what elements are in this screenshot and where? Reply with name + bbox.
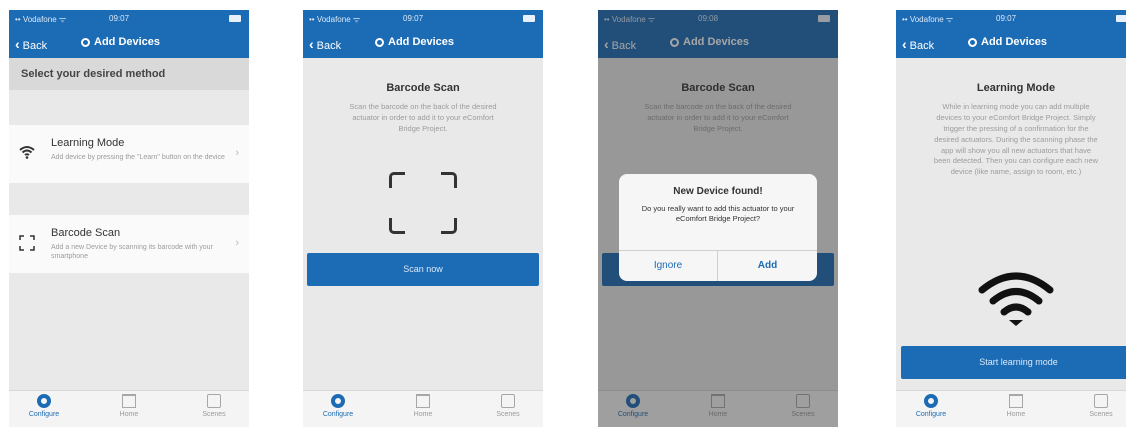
instructions-text: While in learning mode you can add multi… — [933, 102, 1099, 177]
alert-title: New Device found! — [673, 186, 763, 197]
back-label: Back — [22, 40, 48, 52]
tab-configure[interactable]: Configure — [901, 394, 961, 418]
clock: 09:07 — [109, 14, 130, 23]
back-button[interactable]: ‹ Back — [902, 36, 934, 52]
option-title: Barcode Scan — [51, 227, 121, 239]
alert-actions: Ignore Add — [619, 250, 817, 281]
barcode-scan-option[interactable]: Barcode Scan Add a new Device by scannin… — [9, 215, 249, 273]
screen-learning-mode: •• Vodafone ᯤ 09:07 ‹ Back Add Devices Le… — [896, 10, 1126, 427]
option-description: Add a new Device by scanning its barcode… — [51, 244, 213, 261]
status-bar: •• Vodafone ᯤ 09:07 — [303, 10, 543, 28]
tab-label: Configure — [915, 411, 947, 418]
add-device-icon — [968, 38, 977, 47]
gear-icon — [924, 394, 938, 408]
tab-label: Home — [413, 411, 433, 418]
tab-scenes[interactable]: Scenes — [1071, 394, 1126, 418]
tab-label: Configure — [322, 411, 354, 418]
screen-select-method: •• Vodafone ᯤ 09:07 ‹ Back Add Devices Se… — [9, 10, 249, 427]
ignore-button[interactable]: Ignore — [619, 251, 718, 281]
home-icon — [416, 394, 430, 408]
home-icon — [122, 394, 136, 408]
carrier-label: •• Vodafone ᯤ — [309, 15, 361, 24]
add-device-icon — [81, 38, 90, 47]
page-title-text: Add Devices — [94, 36, 161, 48]
add-device-icon — [375, 38, 384, 47]
method-header: Select your desired method — [9, 58, 249, 90]
screen-barcode-scan: •• Vodafone ᯤ 09:07 ‹ Back Add Devices Ba… — [303, 10, 543, 427]
nav-bar: ‹ Back Add Devices — [303, 28, 543, 58]
wifi-icon — [19, 145, 35, 162]
gear-icon — [37, 394, 51, 408]
tab-configure[interactable]: Configure — [308, 394, 368, 418]
chevron-right-icon: › — [235, 237, 239, 249]
page-title: Add Devices — [375, 36, 454, 48]
scan-frame-icon — [19, 235, 35, 254]
page-title-text: Add Devices — [388, 36, 455, 48]
carrier-label: •• Vodafone ᯤ — [902, 15, 954, 24]
status-bar: •• Vodafone ᯤ 09:07 — [9, 10, 249, 28]
tab-home[interactable]: Home — [986, 394, 1046, 418]
tab-bar: Configure Home Scenes — [896, 390, 1126, 427]
option-title: Learning Mode — [51, 137, 125, 149]
tab-label: Home — [1006, 411, 1026, 418]
learning-mode-option[interactable]: Learning Mode Add device by pressing the… — [9, 125, 249, 183]
screen-device-found: •• Vodafone ᯤ 09:08 ‹ Back Add Devices Ba… — [598, 10, 838, 427]
tab-scenes[interactable]: Scenes — [478, 394, 538, 418]
gear-icon — [331, 394, 345, 408]
tab-label: Scenes — [496, 411, 520, 418]
tab-home[interactable]: Home — [393, 394, 453, 418]
page-title: Add Devices — [968, 36, 1047, 48]
battery-icon — [1116, 15, 1126, 22]
scenes-icon — [207, 394, 221, 408]
scan-frame-icon — [389, 172, 457, 234]
wifi-icon — [976, 268, 1056, 328]
clock: 09:07 — [403, 14, 424, 23]
tab-label: Home — [119, 411, 139, 418]
back-label: Back — [909, 40, 935, 52]
home-icon — [1009, 394, 1023, 408]
new-device-alert: New Device found! Do you really want to … — [619, 174, 817, 281]
back-button[interactable]: ‹ Back — [15, 36, 47, 52]
carrier-label: •• Vodafone ᯤ — [15, 15, 67, 24]
scenes-icon — [501, 394, 515, 408]
tab-label: Scenes — [202, 411, 226, 418]
tab-label: Scenes — [1089, 411, 1113, 418]
instructions-text: Scan the barcode on the back of the desi… — [349, 102, 497, 133]
chevron-left-icon: ‹ — [15, 36, 20, 52]
tab-bar: Configure Home Scenes — [9, 390, 249, 427]
clock: 09:07 — [996, 14, 1017, 23]
battery-icon — [229, 15, 241, 22]
page-title: Add Devices — [81, 36, 160, 48]
scenes-icon — [1094, 394, 1108, 408]
chevron-left-icon: ‹ — [902, 36, 907, 52]
alert-message: Do you really want to add this actuator … — [641, 204, 795, 224]
back-label: Back — [316, 40, 342, 52]
tab-bar: Configure Home Scenes — [303, 390, 543, 427]
screen-heading: Barcode Scan — [386, 82, 460, 94]
chevron-right-icon: › — [235, 147, 239, 159]
status-bar: •• Vodafone ᯤ 09:07 — [896, 10, 1126, 28]
screen-heading: Learning Mode — [976, 82, 1056, 94]
add-button[interactable]: Add — [718, 251, 817, 281]
chevron-left-icon: ‹ — [309, 36, 314, 52]
start-learning-mode-button[interactable]: Start learning mode — [901, 346, 1126, 379]
tab-home[interactable]: Home — [99, 394, 159, 418]
battery-icon — [523, 15, 535, 22]
tab-configure[interactable]: Configure — [14, 394, 74, 418]
nav-bar: ‹ Back Add Devices — [9, 28, 249, 58]
page-title-text: Add Devices — [981, 36, 1048, 48]
scan-now-button[interactable]: Scan now — [307, 253, 539, 286]
tab-scenes[interactable]: Scenes — [184, 394, 244, 418]
option-description: Add device by pressing the "Learn" butto… — [51, 154, 225, 161]
back-button[interactable]: ‹ Back — [309, 36, 341, 52]
nav-bar: ‹ Back Add Devices — [896, 28, 1126, 58]
tab-label: Configure — [28, 411, 60, 418]
